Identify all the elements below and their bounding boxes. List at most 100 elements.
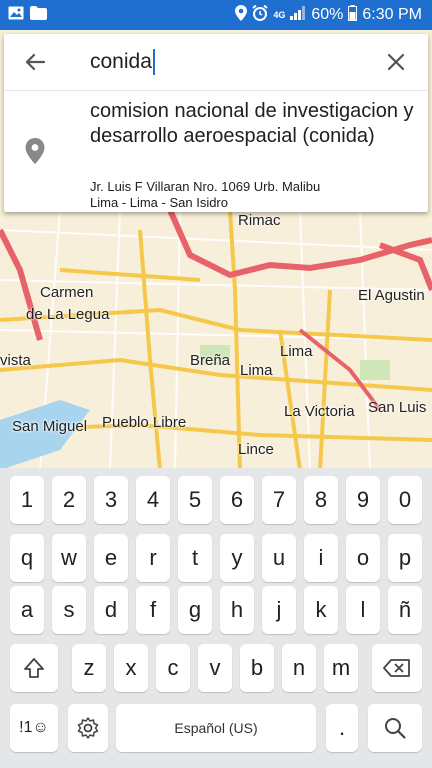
key-w[interactable]: w — [52, 534, 86, 582]
key-a[interactable]: a — [10, 586, 44, 634]
image-icon — [8, 6, 24, 25]
key-label: z — [83, 655, 95, 680]
period-key-label: . — [338, 715, 346, 740]
key-label: b — [250, 655, 264, 680]
key-label: c — [167, 655, 179, 680]
key-m[interactable]: m — [324, 644, 358, 692]
key-label: s — [63, 597, 75, 622]
search-result-item[interactable]: comision nacional de investigacion y des… — [4, 91, 428, 211]
location-pin-icon — [25, 138, 45, 164]
key-label: f — [149, 597, 157, 622]
shift-key[interactable] — [10, 644, 58, 692]
key-6[interactable]: 6 — [220, 476, 254, 524]
key-f[interactable]: f — [136, 586, 170, 634]
key-l[interactable]: l — [346, 586, 380, 634]
arrow-left-icon — [25, 53, 46, 71]
key-o[interactable]: o — [346, 534, 380, 582]
key-v[interactable]: v — [198, 644, 232, 692]
key-x[interactable]: x — [114, 644, 148, 692]
key-7[interactable]: 7 — [262, 476, 296, 524]
key-1[interactable]: 1 — [10, 476, 44, 524]
key-s[interactable]: s — [52, 586, 86, 634]
back-button[interactable] — [4, 34, 66, 90]
map-label-lima: Lima — [280, 343, 313, 360]
key-label: 3 — [104, 487, 118, 512]
backspace-icon — [383, 659, 410, 677]
key-d[interactable]: d — [94, 586, 128, 634]
map-label-lima-center: Lima — [240, 362, 273, 379]
battery-icon — [348, 4, 358, 26]
key-label: e — [104, 545, 118, 570]
key-label: r — [149, 545, 157, 570]
symbols-key[interactable]: !1☺ — [10, 704, 58, 752]
key-label: h — [230, 597, 244, 622]
map-label-lince: Lince — [238, 441, 274, 458]
key-b[interactable]: b — [240, 644, 274, 692]
period-key[interactable]: . — [326, 704, 358, 752]
map-label-de-la-legua: de La Legua — [26, 306, 110, 323]
key-label: 7 — [272, 487, 286, 512]
key-label: j — [276, 597, 282, 622]
key-label: x — [125, 655, 137, 680]
key-c[interactable]: c — [156, 644, 190, 692]
status-bar: 4G 60% 6:30 PM — [0, 0, 432, 30]
map-label-san-luis: San Luis — [368, 399, 427, 416]
key-label: y — [231, 545, 243, 570]
key-label: n — [292, 655, 306, 680]
key-label: 2 — [62, 487, 76, 512]
key-t[interactable]: t — [178, 534, 212, 582]
search-key[interactable] — [368, 704, 422, 752]
key-label: v — [209, 655, 221, 680]
keyboard-settings-key[interactable] — [68, 704, 108, 752]
text-cursor — [152, 49, 155, 75]
folder-icon — [30, 5, 47, 25]
map-label-pueblo-libre: Pueblo Libre — [102, 414, 187, 431]
key-3[interactable]: 3 — [94, 476, 128, 524]
map-label-san-miguel: San Miguel — [12, 418, 88, 435]
key-z[interactable]: z — [72, 644, 106, 692]
key-9[interactable]: 9 — [346, 476, 380, 524]
key-2[interactable]: 2 — [52, 476, 86, 524]
backspace-key[interactable] — [372, 644, 422, 692]
clear-search-button[interactable] — [372, 34, 420, 90]
map-label-rimac: Rimac — [238, 212, 281, 229]
key-r[interactable]: r — [136, 534, 170, 582]
key-label: m — [331, 655, 351, 680]
map-label-brena: Breña — [190, 352, 231, 369]
key-label: a — [20, 597, 34, 622]
key-ñ[interactable]: ñ — [388, 586, 422, 634]
key-0[interactable]: 0 — [388, 476, 422, 524]
search-card: conida comision nacional de investigacio… — [4, 34, 428, 212]
key-k[interactable]: k — [304, 586, 338, 634]
key-label: d — [104, 597, 118, 622]
key-u[interactable]: u — [262, 534, 296, 582]
key-label: 9 — [356, 487, 370, 512]
key-label: 0 — [398, 487, 412, 512]
key-label: l — [360, 597, 366, 622]
search-input[interactable]: conida — [90, 49, 155, 75]
clock: 6:30 PM — [362, 6, 422, 23]
soft-keyboard: 1 2 3 4 5 6 7 8 9 0 q w e r t y u i o p a s d f g h j k l ñ z x c v b nm… — [0, 468, 432, 768]
key-p[interactable]: p — [388, 534, 422, 582]
space-key-label: Español (US) — [174, 720, 258, 736]
shift-icon — [24, 658, 44, 678]
key-label: u — [272, 545, 286, 570]
key-i[interactable]: i — [304, 534, 338, 582]
space-key[interactable]: Español (US) — [116, 704, 316, 752]
key-h[interactable]: h — [220, 586, 254, 634]
key-q[interactable]: q — [10, 534, 44, 582]
alarm-icon — [252, 4, 268, 26]
key-e[interactable]: e — [94, 534, 128, 582]
key-label: p — [398, 545, 412, 570]
battery-percent: 60% — [311, 6, 344, 23]
map-label-carmen: Carmen — [40, 284, 94, 301]
key-y[interactable]: y — [220, 534, 254, 582]
key-5[interactable]: 5 — [178, 476, 212, 524]
key-g[interactable]: g — [178, 586, 212, 634]
key-label: k — [315, 597, 327, 622]
key-n[interactable]: n — [282, 644, 316, 692]
key-4[interactable]: 4 — [136, 476, 170, 524]
key-8[interactable]: 8 — [304, 476, 338, 524]
gear-icon — [77, 717, 99, 739]
key-j[interactable]: j — [262, 586, 296, 634]
